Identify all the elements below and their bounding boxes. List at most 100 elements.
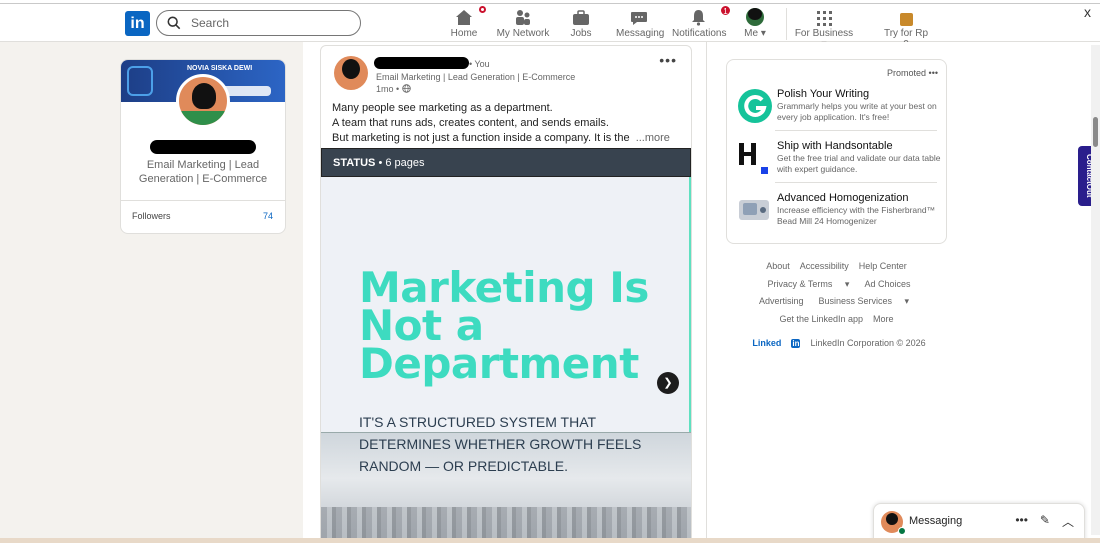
- slide-title: Marketing Is Not a Department: [359, 263, 649, 388]
- post-time: 1mo •: [376, 84, 400, 94]
- bell-icon: [691, 10, 705, 26]
- feed-post: • You Email Marketing | Lead Generation …: [320, 45, 692, 543]
- nav-for-business-label: For Business: [794, 28, 854, 39]
- footer-privacy[interactable]: Privacy & Terms: [768, 279, 833, 289]
- linkedin-logo[interactable]: in: [125, 11, 150, 36]
- nav-my-network-label: My Network: [496, 28, 550, 39]
- footer-about[interactable]: About: [766, 261, 790, 271]
- notifications-badge: 1: [720, 5, 731, 16]
- chat-icon: [631, 12, 647, 25]
- document-slide[interactable]: Marketing Is Not a Department IT'S A STR…: [321, 177, 691, 542]
- chevron-down-icon: ▾: [904, 296, 910, 306]
- post-text: Many people see marketing as a departmen…: [332, 101, 682, 146]
- document-title: STATUS: [333, 157, 376, 169]
- top-nav: in Search Home My Network Jobs Messaging…: [0, 4, 1100, 50]
- ad-item[interactable]: Ship with Handsontable Get the free tria…: [737, 140, 941, 180]
- document-pages: • 6 pages: [378, 157, 425, 169]
- footer-advertising[interactable]: Advertising: [759, 296, 804, 306]
- post-you-tag: • You: [469, 59, 490, 69]
- premium-icon: [899, 13, 913, 26]
- nav-my-network[interactable]: My Network: [496, 8, 550, 39]
- nav-home[interactable]: Home: [448, 5, 487, 39]
- search-input[interactable]: Search: [156, 10, 361, 36]
- briefcase-icon: [573, 10, 589, 25]
- ad-description: Increase efficiency with the Fisherbrand…: [777, 205, 936, 226]
- footer-business[interactable]: Business Services: [818, 296, 892, 306]
- slide-subtitle: IT'S A STRUCTURED SYSTEM THAT DETERMINES…: [359, 414, 642, 474]
- post-author-avatar[interactable]: [334, 56, 368, 90]
- nav-jobs-label: Jobs: [570, 28, 592, 39]
- handsontable-logo-icon: [739, 143, 768, 174]
- nav-messaging[interactable]: Messaging: [616, 8, 664, 39]
- profile-card[interactable]: NOVIA SISKA DEWI Email Marketing | Lead …: [120, 59, 286, 234]
- promoted-text: Promoted: [887, 68, 927, 78]
- chevron-down-icon: ▾: [844, 278, 850, 289]
- nav-home-label: Home: [450, 28, 478, 39]
- footer-app[interactable]: Get the LinkedIn app: [779, 314, 863, 324]
- footer-accessibility[interactable]: Accessibility: [800, 261, 849, 271]
- footer-copyright: LinkedIn Corporation © 2026: [810, 338, 926, 348]
- search-icon: [167, 16, 181, 30]
- footer-links: About Accessibility Help Center Privacy & …: [726, 258, 947, 353]
- home-badge: [478, 5, 487, 14]
- banner-name: NOVIA SISKA DEWI: [187, 65, 253, 72]
- ad-item[interactable]: Advanced Homogenization Increase efficie…: [737, 192, 937, 232]
- close-icon[interactable]: x: [1084, 4, 1091, 20]
- divider: [775, 130, 937, 131]
- chevron-up-icon[interactable]: ︿: [1062, 513, 1074, 530]
- home-icon: [456, 10, 472, 25]
- chevron-down-icon: ▾: [760, 28, 766, 39]
- taskbar-edge: [0, 538, 1100, 543]
- nav-notifications[interactable]: 1 Notifications: [672, 5, 731, 39]
- profile-headline: Email Marketing | Lead Generation | E-Co…: [138, 159, 268, 185]
- next-slide-button[interactable]: ❯: [657, 372, 679, 394]
- me-avatar: [746, 8, 764, 26]
- divider: [121, 200, 285, 201]
- post-line: Many people see marketing as a departmen…: [332, 102, 553, 114]
- document-header: STATUS • 6 pages: [321, 148, 691, 177]
- shield-icon: [127, 66, 153, 96]
- search-placeholder: Search: [191, 16, 230, 30]
- compose-icon[interactable]: ✎: [1040, 513, 1050, 530]
- ad-title: Advanced Homogenization: [777, 192, 909, 204]
- promoted-card: Promoted ••• Polish Your Writing Grammar…: [726, 59, 947, 244]
- ad-description: Get the free trial and validate our data…: [777, 153, 941, 174]
- divider: [775, 182, 937, 183]
- globe-icon: [401, 84, 411, 93]
- followers-count[interactable]: 74: [263, 211, 273, 221]
- nav-jobs[interactable]: Jobs: [568, 8, 594, 39]
- avatar[interactable]: [176, 74, 230, 128]
- grammarly-logo-icon: [738, 89, 772, 123]
- chevron-right-icon: ❯: [663, 377, 673, 389]
- promoted-label: Promoted •••: [887, 68, 938, 78]
- nav-notifications-label: Notifications: [672, 28, 727, 39]
- online-status-icon: [898, 527, 906, 535]
- scrollbar[interactable]: [1091, 45, 1100, 535]
- linkedin-wordmark: Linked in: [752, 338, 801, 348]
- post-line: A team that runs ads, creates content, a…: [332, 117, 609, 129]
- nav-divider: [786, 8, 787, 40]
- ad-item[interactable]: Polish Your Writing Grammarly helps you …: [737, 88, 937, 128]
- scrollbar-thumb[interactable]: [1093, 117, 1098, 147]
- ad-title: Polish Your Writing: [777, 88, 870, 100]
- redacted-name: [150, 140, 256, 154]
- post-author-headline: Email Marketing | Lead Generation | E-Co…: [376, 72, 576, 82]
- more-options-icon[interactable]: •••: [929, 68, 938, 78]
- footer-help[interactable]: Help Center: [859, 261, 907, 271]
- nav-me-label: Me: [744, 28, 759, 39]
- messaging-widget[interactable]: Messaging ••• ✎ ︿: [873, 503, 1085, 543]
- ad-title: Ship with Handsontable: [777, 140, 893, 152]
- post-line: But marketing is not just a function ins…: [332, 132, 630, 144]
- followers-label[interactable]: Followers: [132, 211, 171, 221]
- feed-column: • You Email Marketing | Lead Generation …: [303, 42, 706, 543]
- ad-description: Grammarly helps you write at your best o…: [777, 101, 937, 122]
- post-timestamp: 1mo •: [376, 84, 411, 94]
- footer-more[interactable]: More: [873, 314, 894, 324]
- grid-icon: [816, 11, 832, 26]
- messaging-actions: ••• ✎ ︿: [1015, 513, 1074, 530]
- see-more-link[interactable]: ...more: [636, 132, 670, 144]
- more-options-icon[interactable]: •••: [659, 52, 677, 68]
- footer-adchoices[interactable]: Ad Choices: [864, 279, 910, 289]
- more-options-icon[interactable]: •••: [1015, 513, 1028, 530]
- nav-me[interactable]: Me ▾: [740, 8, 770, 39]
